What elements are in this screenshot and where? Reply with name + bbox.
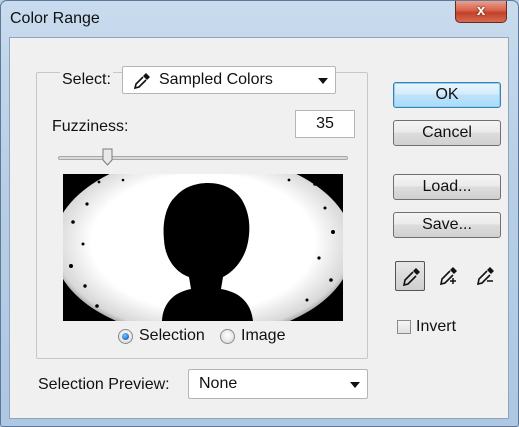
selection-preview-value: None xyxy=(199,375,238,392)
chevron-down-icon xyxy=(350,382,360,388)
invert-option[interactable]: Invert xyxy=(397,316,456,338)
load-button[interactable]: Load... xyxy=(393,174,501,200)
select-dropdown[interactable]: Sampled Colors xyxy=(122,66,336,94)
save-button[interactable]: Save... xyxy=(393,212,501,238)
radio-image[interactable]: Image xyxy=(220,325,285,347)
title-bar[interactable]: Color Range x xyxy=(1,1,518,37)
eyedropper-icon xyxy=(133,73,150,90)
close-button[interactable]: x xyxy=(455,1,507,23)
eyedropper-minus-icon xyxy=(476,267,494,286)
window-title: Color Range xyxy=(10,10,100,27)
ok-button[interactable]: OK xyxy=(393,82,501,108)
invert-label: Invert xyxy=(416,318,457,335)
cancel-button[interactable]: Cancel xyxy=(393,120,501,146)
subtract-from-sample-tool[interactable] xyxy=(470,261,500,291)
fuzziness-input[interactable]: 35 xyxy=(295,110,355,138)
selection-preview-label: Selection Preview: xyxy=(38,376,170,393)
fuzziness-label: Fuzziness: xyxy=(52,118,129,135)
invert-checkbox[interactable] xyxy=(397,320,411,334)
selection-preview-image xyxy=(63,174,343,321)
selection-preview-dropdown[interactable]: None xyxy=(188,369,368,399)
add-to-sample-tool[interactable] xyxy=(433,261,463,291)
image-radio-label: Image xyxy=(241,327,286,344)
eyedropper-icon xyxy=(402,268,420,287)
select-value: Sampled Colors xyxy=(159,71,273,88)
selection-radio-button[interactable] xyxy=(118,328,133,344)
chevron-down-icon xyxy=(318,78,328,84)
image-radio-button[interactable] xyxy=(220,328,235,344)
selection-radio-label: Selection xyxy=(139,327,205,344)
select-label: Select: xyxy=(60,71,113,89)
eyedropper-tool[interactable] xyxy=(395,261,425,291)
eyedropper-plus-icon xyxy=(439,267,457,286)
fuzziness-slider-thumb[interactable] xyxy=(102,148,113,166)
radio-selection[interactable]: Selection xyxy=(118,325,205,347)
